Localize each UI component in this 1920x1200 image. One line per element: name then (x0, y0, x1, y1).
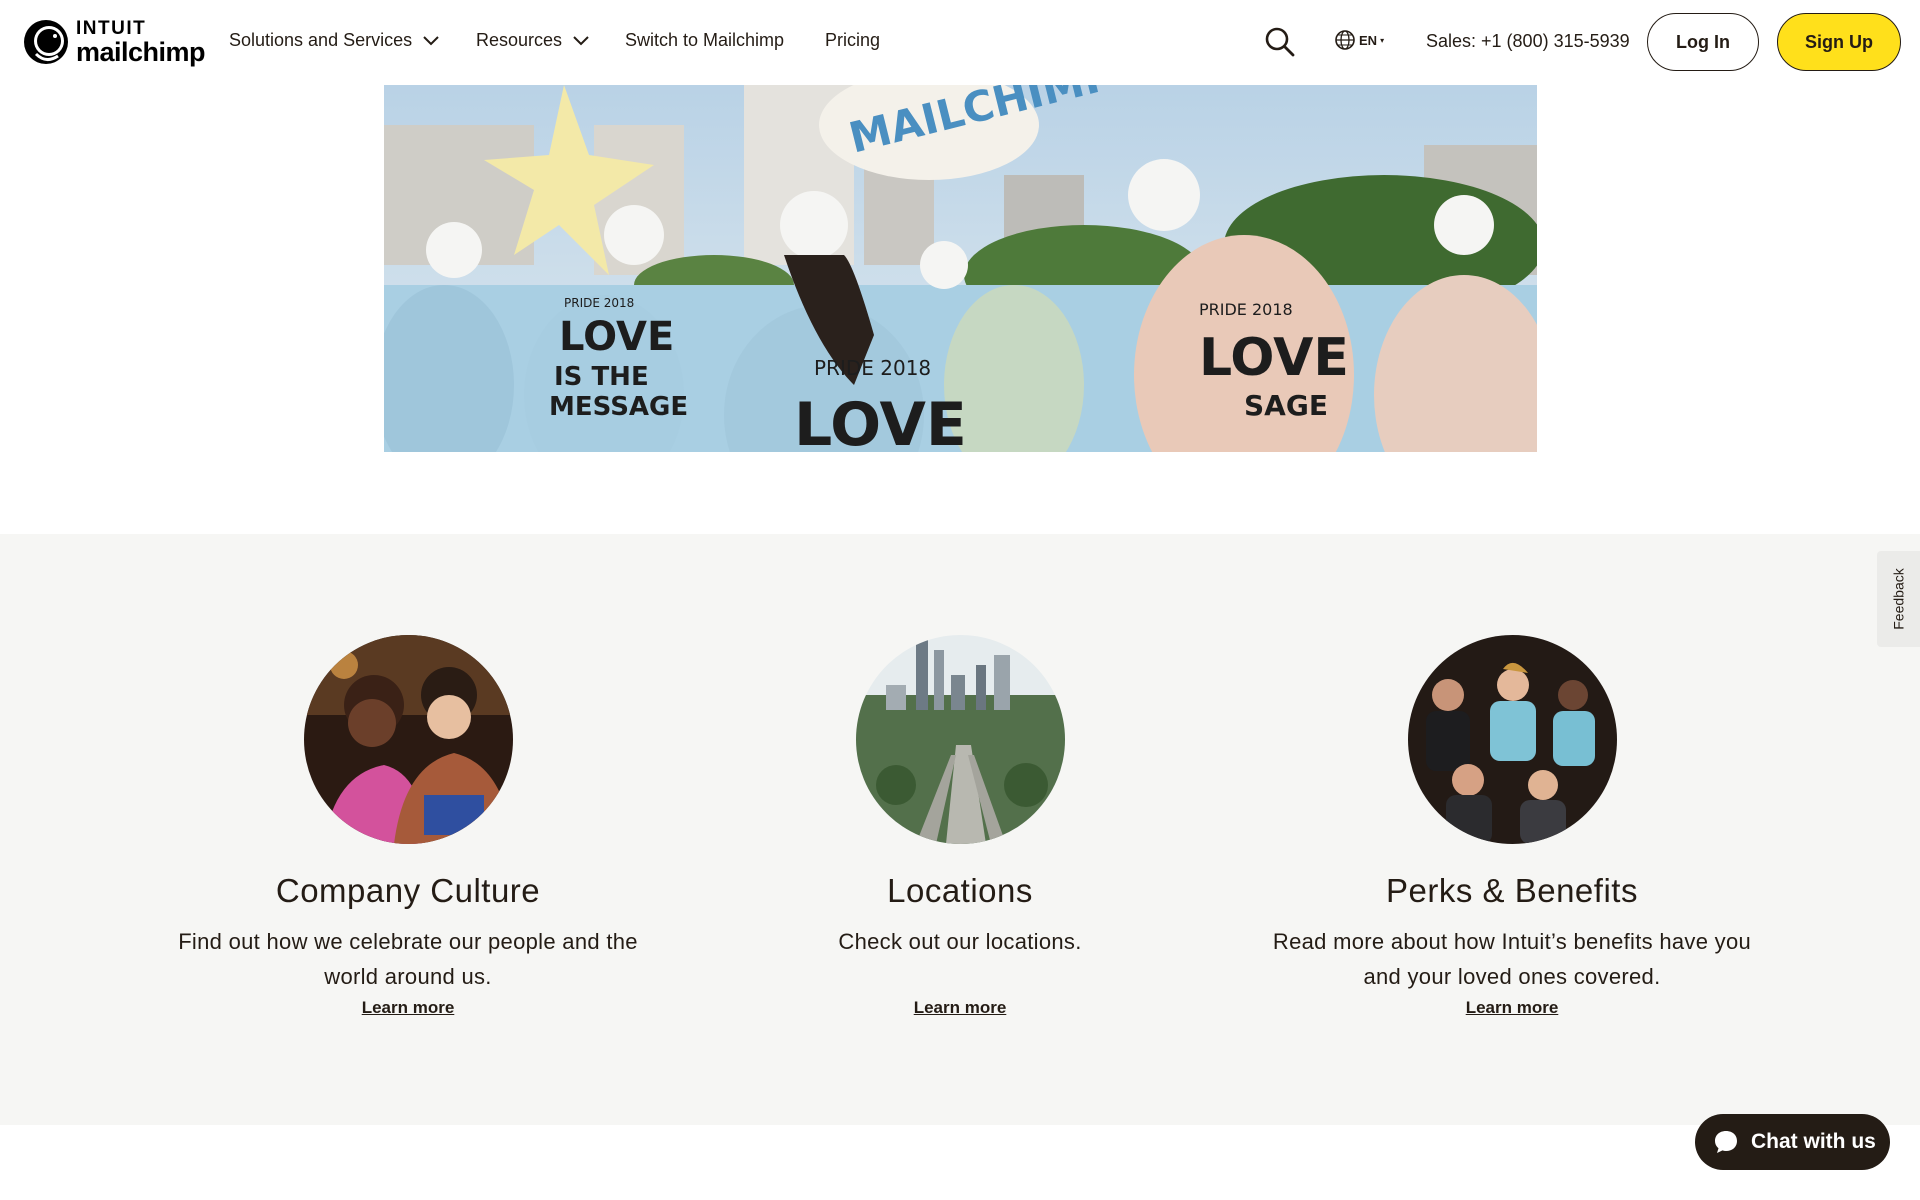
chat-label: Chat with us (1751, 1130, 1876, 1153)
learn-more-company-culture-link[interactable]: Learn more (362, 998, 455, 1018)
nav-resources[interactable]: Resources (476, 30, 590, 51)
card-title: Locations (887, 872, 1033, 909)
feedback-tab[interactable]: Feedback (1877, 551, 1920, 647)
nav-solutions-label: Solutions and Services (229, 30, 413, 50)
card-company-culture: Company Culture Find out how we celebrat… (128, 635, 688, 1018)
svg-text:SAGE: SAGE (1244, 389, 1328, 422)
feedback-label: Feedback (1890, 568, 1907, 630)
search-icon[interactable] (1264, 26, 1296, 58)
nav-resources-label: Resources (476, 30, 563, 50)
company-culture-photo (303, 635, 513, 844)
perks-benefits-photo (1407, 635, 1617, 844)
chat-bubble-icon (1715, 1131, 1737, 1153)
card-title: Perks & Benefits (1386, 872, 1638, 909)
locations-city-photo (855, 635, 1065, 844)
hero-photo: LOVE IS THE MESSAGE PRIDE 2018 PRIDE 201… (384, 85, 1537, 452)
sales-phone[interactable]: Sales: +1 (800) 315-5939 (1426, 31, 1630, 52)
globe-icon (1335, 30, 1355, 50)
language-label: EN (1359, 32, 1378, 48)
learn-more-perks-benefits-link[interactable]: Learn more (1466, 998, 1559, 1018)
svg-text:PRIDE 2018: PRIDE 2018 (814, 356, 931, 380)
learn-more-locations-link[interactable]: Learn more (914, 998, 1007, 1018)
locations-city-illustration (855, 635, 1065, 844)
logo-intuit-text: INTUIT (76, 17, 147, 39)
svg-text:MESSAGE: MESSAGE (549, 392, 688, 422)
nav-switch-label: Switch to Mailchimp (625, 30, 785, 50)
nav-switch-to-mailchimp[interactable]: Switch to Mailchimp (625, 30, 784, 51)
card-locations: Locations Check out our locations. Learn… (680, 635, 1240, 1018)
svg-text:LOVE: LOVE (1199, 328, 1349, 388)
pride-parade-illustration: LOVE IS THE MESSAGE PRIDE 2018 PRIDE 201… (384, 85, 1537, 452)
language-selector[interactable]: EN ▾ (1334, 28, 1384, 52)
chevron-down-icon (423, 35, 439, 45)
logo-mailchimp-text: mailchimp (76, 36, 206, 67)
nav-pricing[interactable]: Pricing (825, 30, 880, 51)
card-description: Read more about how Intuit’s benefits ha… (1272, 929, 1752, 989)
site-header: INTUIT mailchimp Solutions and Services … (0, 0, 1920, 85)
chevron-down-icon (573, 35, 589, 45)
language-caret-icon: ▾ (1380, 35, 1385, 45)
nav-pricing-label: Pricing (825, 30, 881, 50)
sign-up-button[interactable]: Sign Up (1777, 13, 1901, 71)
company-culture-illustration (303, 635, 513, 844)
freddie-logo-icon (24, 20, 68, 64)
card-title: Company Culture (275, 872, 541, 909)
card-description: Check out our locations. (838, 929, 1082, 954)
svg-text:LOVE: LOVE (559, 314, 674, 360)
svg-text:PRIDE 2018: PRIDE 2018 (564, 296, 634, 310)
info-cards-section: Company Culture Find out how we celebrat… (0, 534, 1920, 1125)
svg-text:IS THE: IS THE (554, 362, 649, 392)
chat-with-us-button[interactable]: Chat with us (1695, 1114, 1890, 1170)
log-in-button[interactable]: Log In (1647, 13, 1759, 71)
svg-text:PRIDE 2018: PRIDE 2018 (1199, 300, 1293, 319)
nav-solutions-and-services[interactable]: Solutions and Services (229, 30, 440, 51)
card-description: Find out how we celebrate our people and… (178, 929, 638, 989)
svg-text:LOVE: LOVE (794, 390, 967, 452)
card-perks-benefits: Perks & Benefits Read more about how Int… (1232, 635, 1792, 1018)
perks-benefits-illustration (1407, 635, 1617, 844)
intuit-mailchimp-logo[interactable]: INTUIT mailchimp (22, 16, 206, 68)
logo-wordmark: INTUIT mailchimp (76, 17, 206, 67)
